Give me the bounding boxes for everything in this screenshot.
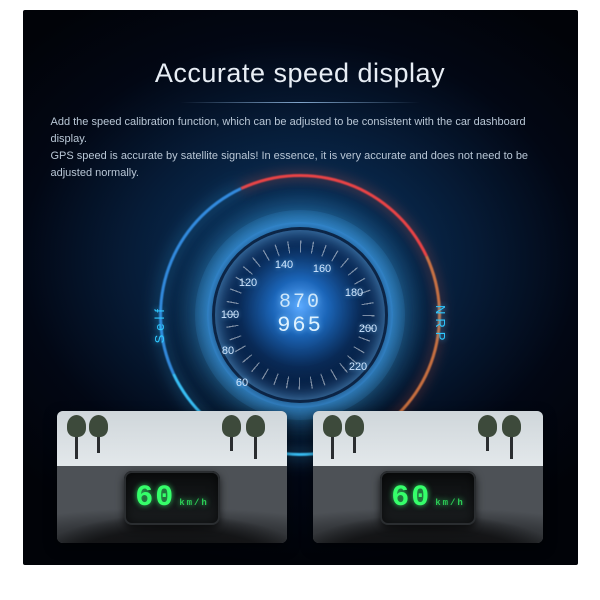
example-frame: 60 km/h (313, 411, 543, 543)
title-divider (180, 102, 420, 103)
hud-readout: 60 km/h (391, 481, 465, 515)
tree-icon (230, 419, 233, 451)
tree-icon (510, 419, 513, 459)
hud-device: 60 km/h (380, 471, 476, 525)
dial-number: 80 (222, 345, 234, 357)
gauge-side-label-right: NRP (433, 305, 448, 344)
gauge-side-label-left: Self (152, 305, 167, 343)
example-frames: 60 km/h 60 km/h (23, 411, 578, 543)
page: Accurate speed display Add the speed cal… (0, 0, 600, 600)
dial-number: 220 (349, 361, 367, 373)
tree-icon (254, 419, 257, 459)
tree-icon (331, 419, 334, 459)
dial-number: 180 (345, 287, 363, 299)
gauge-readout: 870 965 (277, 293, 323, 337)
tree-icon (75, 419, 78, 459)
tree-icon (353, 419, 356, 453)
dial-number: 140 (275, 259, 293, 271)
hud-unit: km/h (179, 499, 209, 508)
hud-device: 60 km/h (124, 471, 220, 525)
product-card: Accurate speed display Add the speed cal… (23, 10, 578, 565)
hud-speed: 60 (391, 481, 431, 515)
gauge-readout-line1: 870 (277, 293, 323, 313)
page-title: Accurate speed display (23, 58, 578, 89)
dial-number: 120 (239, 277, 257, 289)
tree-icon (486, 419, 489, 451)
hud-unit: km/h (435, 499, 465, 508)
dial-number: 200 (359, 323, 377, 335)
dial-number: 100 (221, 309, 239, 321)
tree-icon (97, 419, 100, 453)
example-frame: 60 km/h (57, 411, 287, 543)
dial-number: 60 (236, 377, 248, 389)
gauge-readout-line2: 965 (277, 315, 323, 337)
hud-speed: 60 (135, 481, 175, 515)
hud-readout: 60 km/h (135, 481, 209, 515)
dial-number: 160 (313, 263, 331, 275)
